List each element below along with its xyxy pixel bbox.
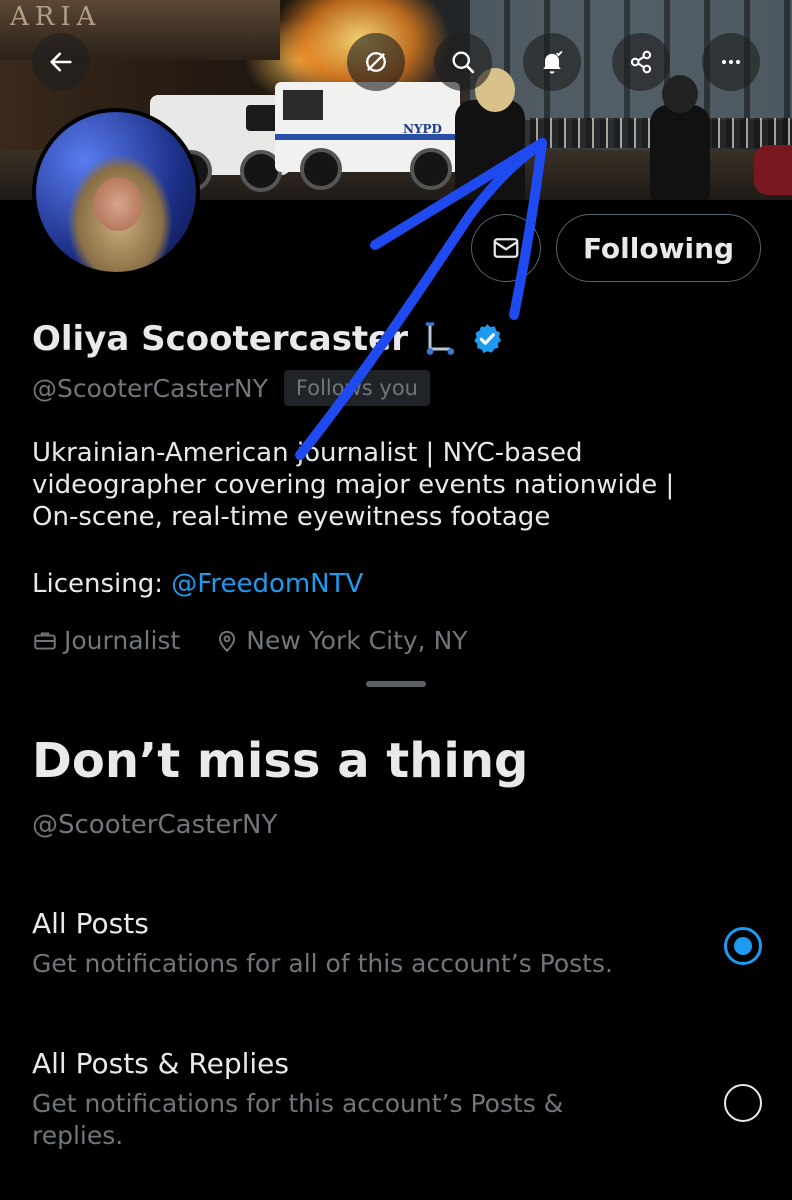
location-label: New York City, NY (246, 626, 468, 655)
sheet-title: Don’t miss a thing (32, 733, 529, 789)
block-button[interactable] (347, 33, 405, 91)
banner-sign-text: ARIA (10, 2, 102, 32)
envelope-icon (493, 238, 519, 258)
message-button[interactable] (471, 214, 541, 282)
search-button[interactable] (434, 33, 492, 91)
bio-line: Ukrainian-American journalist | NYC-base… (32, 438, 583, 468)
sheet-subtitle: @ScooterCasterNY (32, 810, 278, 840)
more-button[interactable] (702, 33, 760, 91)
banner-wheel (300, 148, 342, 190)
handle-row: @ScooterCasterNY Follows you (32, 370, 430, 406)
back-button[interactable] (32, 33, 90, 91)
following-button[interactable]: Following (556, 214, 761, 282)
avatar[interactable] (32, 108, 200, 276)
banner-person (650, 105, 710, 200)
profile-meta: Journalist New York City, NY (32, 626, 502, 655)
location-pin-icon (219, 630, 236, 652)
back-arrow-icon (50, 52, 72, 72)
banner-person (455, 100, 525, 200)
location-item: New York City, NY (214, 626, 468, 655)
option-all-posts-replies[interactable]: All Posts & Replies Get notifications fo… (32, 1047, 772, 1157)
share-button[interactable] (612, 33, 670, 91)
banner-person-head (662, 75, 698, 113)
bell-check-icon (543, 50, 563, 74)
block-icon (366, 52, 386, 72)
option-title: All Posts & Replies (32, 1047, 289, 1080)
notifications-button[interactable] (523, 33, 581, 91)
follows-you-badge: Follows you (283, 370, 430, 406)
option-title: All Posts (32, 907, 149, 940)
licensing-link[interactable]: @FreedomNTV (171, 569, 363, 599)
bio-line: videographer covering major events natio… (32, 470, 675, 500)
banner-wheel (410, 148, 452, 190)
banner-vehicle-text: NYPD (403, 122, 442, 136)
bio: Ukrainian-American journalist | NYC-base… (32, 437, 752, 533)
banner-car (754, 145, 792, 195)
bio-line: On-scene, real-time eyewitness footage (32, 502, 551, 532)
display-name: Oliya Scootercaster (32, 319, 409, 359)
radio-unselected[interactable] (724, 1084, 762, 1122)
share-icon (630, 50, 652, 74)
sheet-grabber-handle[interactable] (366, 681, 426, 687)
radio-selected[interactable] (724, 927, 762, 965)
option-all-posts[interactable]: All Posts Get notifications for all of t… (32, 907, 772, 987)
category-label: Journalist (64, 626, 181, 655)
name-row: Oliya Scootercaster (32, 314, 504, 364)
kick-scooter-icon (425, 322, 455, 355)
verified-badge-icon (474, 324, 502, 354)
search-icon (452, 51, 475, 74)
more-icon (721, 59, 741, 65)
licensing-line: Licensing: @FreedomNTV (32, 569, 363, 599)
briefcase-icon (34, 631, 56, 650)
handle: @ScooterCasterNY (32, 373, 268, 403)
licensing-label: Licensing: (32, 569, 163, 599)
category-item: Journalist (32, 626, 180, 655)
option-description: Get notifications for this account’s Pos… (32, 1089, 564, 1150)
option-description: Get notifications for all of this accoun… (32, 949, 613, 978)
